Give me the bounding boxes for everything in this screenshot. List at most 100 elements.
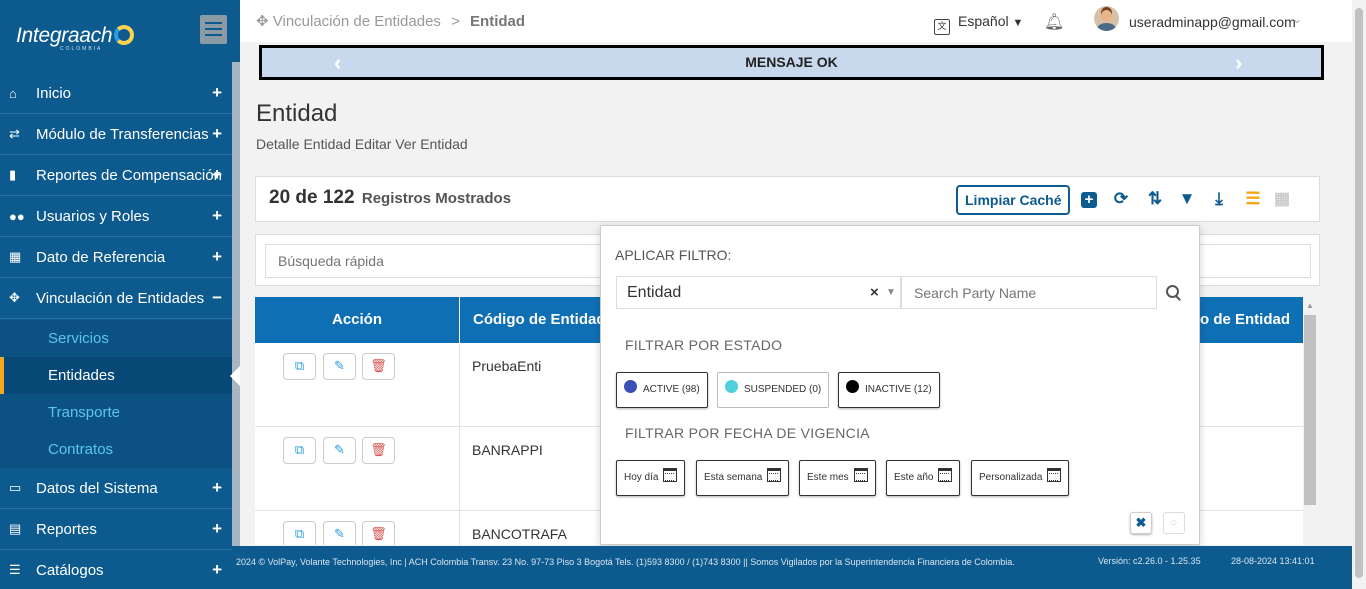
date-today-button[interactable]: Hoy día (616, 460, 686, 496)
status-active-button[interactable]: ACTIVE (98) (616, 372, 708, 408)
refresh-icon[interactable]: ⟳ (1111, 190, 1131, 210)
home-icon: ⌂ (9, 85, 17, 101)
sidebar-item-vinculacion-entidades[interactable]: ✥ Vinculación de Entidades − (0, 278, 232, 319)
footer-datetime: 28-08-2024 13:41:01 (1231, 556, 1315, 566)
expand-icon: + (212, 83, 222, 102)
calendar-icon (663, 468, 678, 482)
entity-code: BANCOTRAFA (472, 526, 567, 542)
sidebar-scrollbar[interactable] (232, 62, 240, 546)
action-cell: ⧉ ✎ 🗑︎ (255, 427, 460, 511)
breadcrumb-current: Entidad (470, 13, 526, 30)
chevron-right-icon[interactable]: › (1235, 48, 1242, 77)
records-toolbar: 20 de 122 Registros Mostrados Limpiar Ca… (255, 176, 1320, 222)
page-scrollbar[interactable] (1352, 0, 1366, 589)
sidebar-item-usuarios-roles[interactable]: ●● Usuarios y Roles + (0, 196, 232, 237)
sort-icon[interactable]: ⇅ (1145, 190, 1165, 210)
action-cell: ⧉ ✎ 🗑︎ (255, 343, 460, 427)
action-cell: ⧉ ✎ 🗑︎ (255, 511, 460, 545)
breadcrumb-separator: > (451, 13, 460, 30)
submenu-item-servicios[interactable]: Servicios (0, 320, 232, 357)
expand-icon: + (212, 478, 222, 497)
search-icon: ○ (1170, 517, 1178, 529)
monitor-icon: ▭ (9, 480, 22, 495)
avatar[interactable] (1094, 6, 1119, 31)
date-year-button[interactable]: Este año (886, 460, 961, 496)
submenu-item-entidades[interactable]: Entidades (0, 357, 232, 394)
entity-code: PruebaEnti (472, 358, 542, 374)
expand-icon: + (212, 247, 222, 266)
apply-filter-button[interactable]: ○ (1163, 512, 1185, 534)
list-view-icon[interactable]: ☰ (1243, 190, 1263, 210)
sidebar-item-transferencias[interactable]: ⇄ Módulo de Transferencias + (0, 114, 232, 155)
bell-icon[interactable]: 🔔︎ (1044, 12, 1064, 32)
edit-icon[interactable]: ✎ (323, 353, 356, 380)
report-icon: ▤ (9, 521, 22, 536)
submenu-item-transporte[interactable]: Transporte (0, 394, 232, 431)
column-header-accion[interactable]: Acción (255, 297, 460, 343)
footer-version: Versión: c2.26.0 - 1.25.35 (1098, 556, 1201, 566)
copy-icon[interactable]: ⧉ (283, 353, 316, 380)
calendar-icon: ▦ (9, 249, 22, 264)
date-week-button[interactable]: Esta semana (696, 460, 790, 496)
footer-text: 2024 © VolPay, Volante Technologies, Inc… (236, 557, 1015, 567)
expand-icon: + (212, 165, 222, 184)
delete-icon[interactable]: 🗑︎ (362, 521, 395, 545)
copy-icon[interactable]: ⧉ (283, 521, 316, 545)
sidebar-item-dato-referencia[interactable]: ▦ Dato de Referencia + (0, 237, 232, 278)
status-dot-icon (725, 380, 738, 393)
table-scrollbar[interactable]: ▲ (1304, 299, 1316, 545)
crosshair-icon: ✥ (256, 13, 269, 30)
status-dot-icon (624, 380, 637, 393)
translate-icon: 文 (934, 19, 950, 35)
edit-icon[interactable]: ✎ (323, 437, 356, 464)
clear-icon[interactable]: × (870, 277, 879, 308)
hamburger-menu-icon[interactable] (200, 15, 227, 44)
copy-icon[interactable]: ⧉ (283, 437, 316, 464)
filter-title: APLICAR FILTRO: (615, 247, 732, 263)
page-subtitle: Detalle Entidad Editar Ver Entidad (256, 136, 468, 152)
date-month-button[interactable]: Este mes (799, 460, 876, 496)
chevron-down-icon[interactable]: ⌄ (1292, 12, 1302, 26)
status-suspended-button[interactable]: SUSPENDED (0) (717, 372, 830, 408)
banner-message: MENSAJE OK (745, 54, 838, 70)
sidebar-item-datos-sistema[interactable]: ▭ Datos del Sistema + (0, 468, 232, 509)
sidebar: Integraach COLOMBIA ⌂ Inicio + ⇄ Módulo … (0, 0, 240, 589)
clear-cache-button[interactable]: Limpiar Caché (956, 185, 1071, 215)
close-filter-button[interactable]: ✖ (1130, 512, 1152, 534)
breadcrumb: ✥ Vinculación de Entidades > Entidad (256, 12, 525, 30)
search-icon[interactable] (1165, 284, 1183, 302)
download-icon[interactable]: ⤓ (1209, 190, 1229, 210)
date-custom-button[interactable]: Personalizada (971, 460, 1070, 496)
chevron-left-icon[interactable]: ‹ (334, 48, 341, 77)
sidebar-item-label: Inicio (36, 84, 72, 102)
sidebar-item-inicio[interactable]: ⌂ Inicio + (0, 73, 232, 114)
breadcrumb-parent[interactable]: Vinculación de Entidades (273, 13, 441, 30)
user-email[interactable]: useradminapp@gmail.com (1129, 14, 1296, 30)
delete-icon[interactable]: 🗑︎ (362, 353, 395, 380)
status-inactive-button[interactable]: INACTIVE (12) (838, 372, 940, 408)
sidebar-item-catalogos[interactable]: ☰ Catálogos + (0, 550, 232, 589)
grid-view-icon[interactable]: ▦ (1272, 190, 1292, 210)
scroll-up-icon[interactable]: ▲ (1306, 301, 1314, 310)
sidebar-item-reportes-compensacion[interactable]: ▮ Reportes de Compensación + (0, 155, 232, 196)
chevron-down-icon[interactable]: ▼ (886, 277, 896, 308)
edit-icon[interactable]: ✎ (323, 521, 356, 545)
top-bar: ✥ Vinculación de Entidades > Entidad 文 Es… (240, 0, 1352, 42)
party-name-input[interactable] (901, 276, 1157, 309)
filter-field-select[interactable]: Entidad × ▼ (616, 276, 901, 309)
sidebar-item-reportes[interactable]: ▤ Reportes + (0, 509, 232, 550)
sidebar-item-label: Dato de Referencia (36, 248, 166, 266)
add-icon[interactable]: + (1079, 190, 1099, 210)
submenu-item-contratos[interactable]: Contratos (0, 431, 232, 468)
sidebar-item-label: Módulo de Transferencias (36, 125, 209, 143)
filter-icon[interactable]: ▼ (1177, 190, 1197, 210)
delete-icon[interactable]: 🗑︎ (362, 437, 395, 464)
sidebar-header: Integraach COLOMBIA (0, 0, 240, 80)
language-selector[interactable]: 文 Español ▼ (934, 13, 1023, 35)
app-logo[interactable]: Integraach (16, 24, 135, 48)
expand-icon: + (212, 560, 222, 579)
message-banner: ‹ MENSAJE OK › (259, 45, 1324, 80)
sidebar-item-label: Reportes (36, 520, 97, 538)
list-icon: ☰ (9, 562, 21, 577)
filter-popover: APLICAR FILTRO: Entidad × ▼ FILTRAR POR … (600, 225, 1200, 545)
